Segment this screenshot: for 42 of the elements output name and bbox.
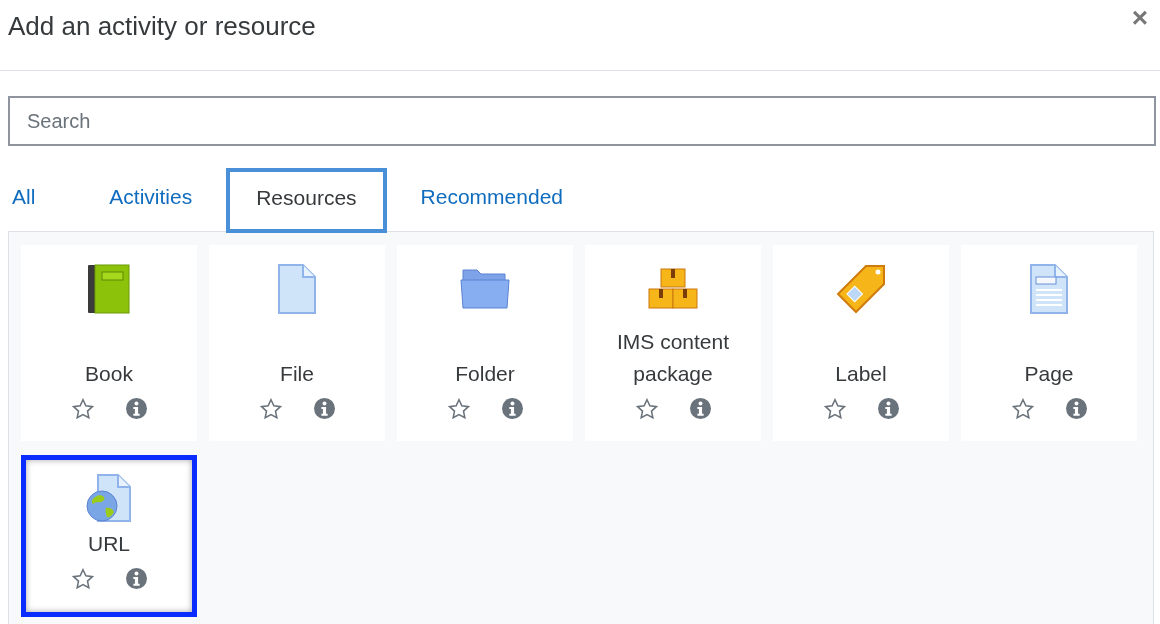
info-icon[interactable]	[125, 398, 147, 419]
activity-card[interactable]: File	[209, 245, 385, 441]
star-icon[interactable]	[823, 398, 846, 419]
activity-card[interactable]: Folder	[397, 245, 573, 441]
star-icon[interactable]	[71, 568, 94, 589]
globe-document-icon	[86, 474, 132, 522]
info-icon[interactable]	[501, 398, 523, 419]
activity-name: Book	[85, 361, 133, 387]
dialog-title: Add an activity or resource	[7, 10, 316, 42]
activity-card[interactable]: Label	[773, 245, 949, 441]
activity-name: URL	[88, 531, 130, 557]
activity-name: IMS content package	[615, 329, 731, 387]
document-icon	[277, 264, 317, 314]
tab[interactable]: Recommended	[394, 164, 589, 231]
star-icon[interactable]	[71, 398, 94, 419]
tag-icon	[836, 264, 886, 314]
tab[interactable]: All	[8, 164, 76, 231]
info-icon[interactable]	[125, 568, 147, 589]
activity-name: Label	[835, 361, 887, 387]
close-button[interactable]: ×	[1131, 0, 1160, 32]
info-icon[interactable]	[689, 398, 711, 419]
activity-card[interactable]: Page	[961, 245, 1137, 441]
activity-name: Folder	[455, 361, 515, 387]
boxes-icon	[648, 268, 698, 310]
info-icon[interactable]	[313, 398, 335, 419]
tab[interactable]: Resources	[226, 168, 387, 233]
star-icon[interactable]	[259, 398, 282, 419]
activity-card[interactable]: URL	[21, 455, 197, 617]
activity-card[interactable]: IMS content package	[585, 245, 761, 441]
tab[interactable]: Activities	[83, 164, 219, 231]
star-icon[interactable]	[635, 398, 658, 419]
page-icon	[1029, 264, 1069, 314]
folder-icon	[460, 268, 510, 310]
star-icon[interactable]	[447, 398, 470, 419]
activity-name: Page	[1024, 361, 1074, 387]
activity-name: File	[280, 361, 314, 387]
activity-card[interactable]: Book	[21, 245, 197, 441]
star-icon[interactable]	[1011, 398, 1034, 419]
info-icon[interactable]	[1065, 398, 1087, 419]
book-icon	[87, 264, 131, 314]
info-icon[interactable]	[877, 398, 899, 419]
search-field[interactable]: Search	[8, 96, 1156, 146]
